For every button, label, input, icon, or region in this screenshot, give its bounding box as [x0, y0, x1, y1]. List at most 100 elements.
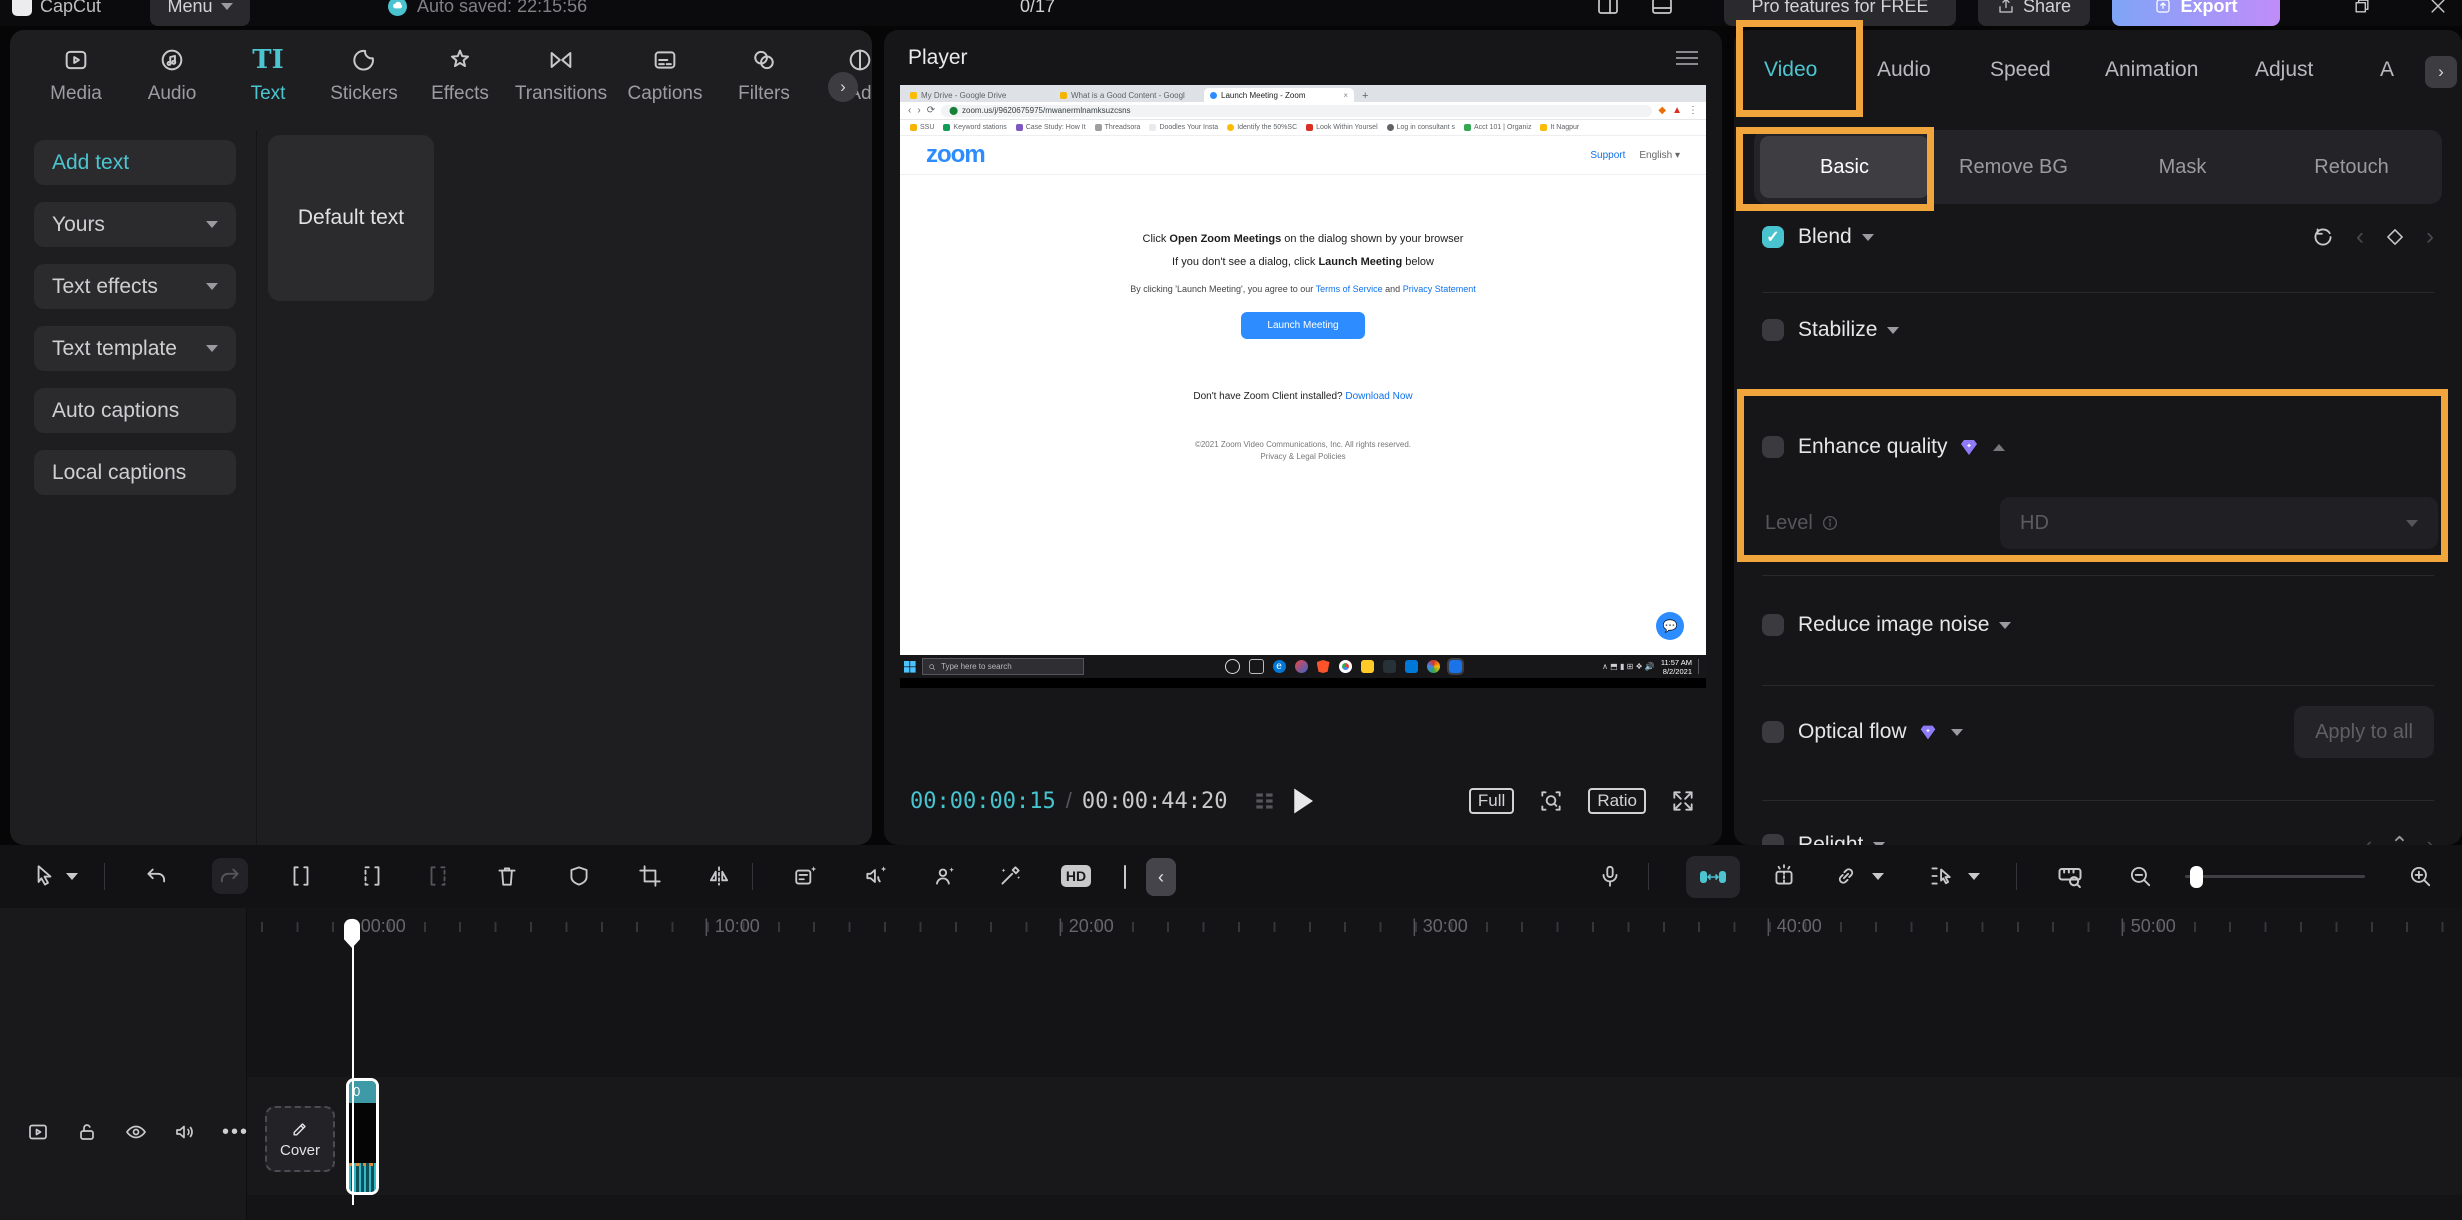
local-captions-button[interactable]: Local captions — [34, 450, 236, 495]
tab-animation[interactable]: Animation — [2105, 58, 2198, 82]
pro-features-button[interactable]: Pro features for FREE — [1724, 0, 1956, 26]
tab-filters[interactable]: Filters — [716, 46, 812, 105]
taskview-icon — [1249, 659, 1264, 674]
stabilize-checkbox[interactable] — [1762, 319, 1784, 341]
menu-button[interactable]: Menu — [150, 0, 250, 26]
relight-up-icon[interactable]: ⌃ — [2390, 832, 2408, 845]
stabilize-expand-caret[interactable] — [1887, 327, 1899, 334]
tab-adjust[interactable]: Adjust — [2255, 58, 2313, 82]
crop-button[interactable] — [632, 858, 668, 894]
blend-checkbox[interactable]: ✓ — [1762, 226, 1784, 248]
subtab-remove-bg[interactable]: Remove BG — [1929, 136, 2098, 198]
optical-flow-checkbox[interactable] — [1762, 721, 1784, 743]
split-button[interactable] — [283, 858, 319, 894]
video-track-lane[interactable] — [246, 1077, 2462, 1195]
zoom-out-button[interactable] — [2122, 858, 2158, 894]
relight-section: Relight ‹ ⌃ › — [1762, 820, 2434, 845]
layout-toggle-bottom-icon[interactable] — [1650, 0, 1674, 26]
edit-cover-button[interactable]: Cover — [265, 1106, 335, 1172]
preview-hd-button[interactable]: HD — [1058, 858, 1094, 894]
text-template-dropdown[interactable]: Text template — [34, 326, 236, 371]
link-clips-caret[interactable] — [1872, 873, 1884, 880]
tab-speed[interactable]: Speed — [1990, 58, 2051, 82]
undo-button[interactable] — [138, 858, 174, 894]
track-more-icon[interactable]: ••• — [222, 1121, 249, 1144]
subtab-mask[interactable]: Mask — [2098, 136, 2267, 198]
player-menu-icon[interactable] — [1676, 47, 1698, 69]
eye-icon[interactable] — [124, 1120, 148, 1144]
tab-ai[interactable]: A — [2380, 58, 2394, 82]
props-tabs-more-button[interactable]: › — [2425, 56, 2457, 88]
playhead-line[interactable] — [352, 919, 354, 1205]
tab-video[interactable]: Video — [1764, 58, 1817, 82]
auto-snap-button[interactable] — [1686, 856, 1740, 898]
timeline-clip[interactable]: 0 — [346, 1078, 379, 1195]
redo-button[interactable] — [212, 858, 248, 894]
tab-stickers[interactable]: Stickers — [316, 46, 412, 105]
text-effects-dropdown[interactable]: Text effects — [34, 264, 236, 309]
select-mode-caret[interactable] — [1968, 873, 1980, 880]
zoom-slider-track[interactable] — [2185, 875, 2365, 878]
subtab-retouch[interactable]: Retouch — [2267, 136, 2436, 198]
play-button[interactable] — [910, 786, 1696, 816]
reduce-noise-checkbox[interactable] — [1762, 614, 1784, 636]
keyframe-diamond-icon[interactable] — [2384, 226, 2406, 248]
track-preview-icon[interactable] — [26, 1120, 50, 1144]
relight-checkbox[interactable] — [1762, 834, 1784, 845]
tabbar-expand-button[interactable]: › — [828, 72, 858, 102]
mirror-button[interactable] — [701, 858, 737, 894]
video-preview[interactable]: My Drive - Google Drive What is a Good C… — [900, 85, 1706, 688]
tab-captions[interactable]: Captions — [614, 46, 716, 105]
mute-speaker-icon[interactable] — [173, 1120, 197, 1144]
share-button[interactable]: Share — [1978, 0, 2090, 26]
split-delete-left-button[interactable] — [354, 858, 390, 894]
enhance-collapse-caret[interactable] — [1993, 444, 2005, 451]
select-mode-button[interactable] — [1922, 858, 1958, 894]
tab-media[interactable]: Media — [28, 46, 124, 105]
tab-effects[interactable]: Effects — [412, 46, 508, 105]
enhance-quality-checkbox[interactable] — [1762, 436, 1784, 458]
extract-frame-button[interactable] — [788, 858, 824, 894]
apply-to-all-button[interactable]: Apply to all — [2294, 706, 2434, 758]
yours-dropdown[interactable]: Yours — [34, 202, 236, 247]
keyframe-prev-icon[interactable]: ‹ — [2356, 223, 2364, 251]
blend-expand-caret[interactable] — [1862, 234, 1874, 241]
add-text-button[interactable]: Add text — [34, 140, 236, 185]
relight-next-icon[interactable]: › — [2427, 832, 2434, 845]
select-tool-caret[interactable] — [66, 873, 78, 880]
split-delete-right-button[interactable] — [420, 858, 456, 894]
split-icon — [288, 863, 314, 889]
link-clips-button[interactable] — [1828, 858, 1864, 894]
select-tool[interactable] — [26, 858, 62, 894]
level-dropdown[interactable]: HD — [2000, 497, 2438, 549]
lock-icon[interactable] — [75, 1120, 99, 1144]
tab-audio[interactable]: Audio — [124, 46, 220, 105]
enhance-voice-button[interactable] — [858, 858, 894, 894]
timeline-scale-button[interactable] — [2052, 858, 2088, 894]
share-icon — [1997, 0, 2015, 15]
close-window-icon[interactable] — [2428, 0, 2448, 26]
collapse-toolbar-button[interactable]: ‹ — [1146, 858, 1176, 896]
default-text-card[interactable]: Default text — [268, 135, 434, 301]
optical-flow-expand-caret[interactable] — [1951, 729, 1963, 736]
tab-text[interactable]: TI Text — [220, 46, 316, 105]
keyframe-next-icon[interactable]: › — [2426, 223, 2434, 251]
reset-icon[interactable] — [2310, 224, 2336, 250]
restore-window-icon[interactable] — [2352, 0, 2372, 26]
relight-prev-icon[interactable]: ‹ — [2365, 832, 2372, 845]
preview-axis-button[interactable] — [1766, 858, 1802, 894]
remove-bg-button[interactable] — [926, 858, 962, 894]
export-button[interactable]: Export — [2112, 0, 2280, 26]
record-voiceover-button[interactable] — [1592, 858, 1628, 894]
zoom-in-button[interactable] — [2402, 858, 2438, 894]
smart-tools-button[interactable] — [992, 858, 1028, 894]
layout-toggle-left-icon[interactable] — [1596, 0, 1620, 26]
zoom-slider-knob[interactable] — [2190, 866, 2203, 888]
tab-audio-props[interactable]: Audio — [1877, 58, 1931, 82]
auto-captions-button[interactable]: Auto captions — [34, 388, 236, 433]
reduce-noise-expand-caret[interactable] — [1999, 622, 2011, 629]
mask-tool-button[interactable] — [561, 858, 597, 894]
tab-transitions[interactable]: Transitions — [508, 46, 614, 105]
subtab-basic[interactable]: Basic — [1760, 136, 1929, 198]
delete-button[interactable] — [489, 858, 525, 894]
